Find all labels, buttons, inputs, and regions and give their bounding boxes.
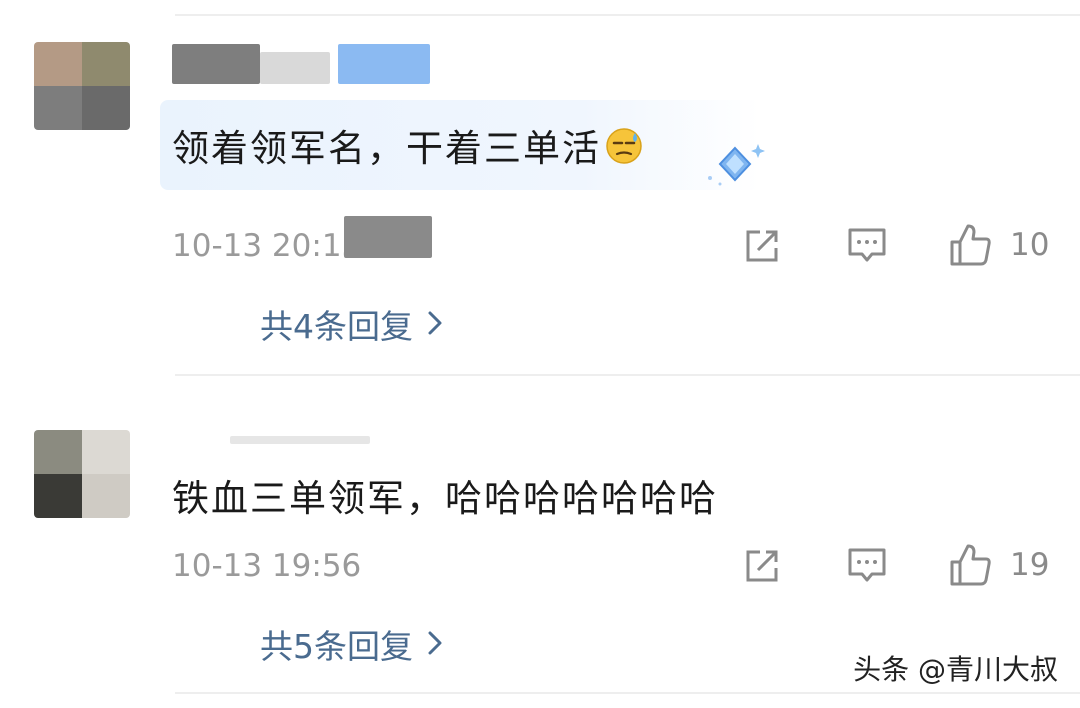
top-divider [175,14,1080,16]
comment-timestamp: 10-13 20:13 [172,228,362,264]
share-icon [742,226,782,266]
view-replies-link[interactable]: 共5条回复 [260,620,443,668]
comment-icon [846,226,888,266]
comment-timestamp: 10-13 19:56 [172,548,362,584]
bottom-divider [175,692,1080,694]
sweat-smile-emoji [605,127,643,165]
comment-icon [846,546,888,586]
user-badge [338,44,430,84]
replies-label: 共5条回复 [260,627,413,666]
comment-button[interactable] [846,546,888,586]
avatar[interactable] [34,430,130,518]
comment-text: 领着领军名，干着三单活 [172,118,643,172]
share-icon [742,546,782,586]
chevron-right-icon [427,625,443,664]
avatar[interactable] [34,42,130,130]
source-watermark: 头条 @青川大叔 [853,653,1058,686]
username-redacted[interactable] [230,436,370,444]
username-redacted[interactable] [172,44,260,84]
comment-button[interactable] [846,226,888,266]
comment-text: 铁血三单领军，哈哈哈哈哈哈哈 [172,477,718,520]
username-redacted [260,52,330,84]
location-redacted [344,216,432,258]
diamond-decoration-icon [700,140,770,200]
like-button[interactable]: 10 [948,222,1049,268]
share-button[interactable] [742,546,782,586]
like-button[interactable]: 19 [948,542,1049,588]
thumbs-up-icon [948,222,994,268]
replies-label: 共4条回复 [260,307,413,346]
like-count: 19 [1010,547,1050,583]
comment-divider [175,374,1080,376]
comment-text-content: 领着领军名，干着三单活 [172,127,601,170]
comment-list: 领着领军名，干着三单活 10-13 20:13 10 共4条回复 铁血三单领军，… [0,0,1080,708]
chevron-right-icon [427,305,443,344]
view-replies-link[interactable]: 共4条回复 [260,300,443,348]
thumbs-up-icon [948,542,994,588]
share-button[interactable] [742,226,782,266]
like-count: 10 [1010,227,1050,263]
